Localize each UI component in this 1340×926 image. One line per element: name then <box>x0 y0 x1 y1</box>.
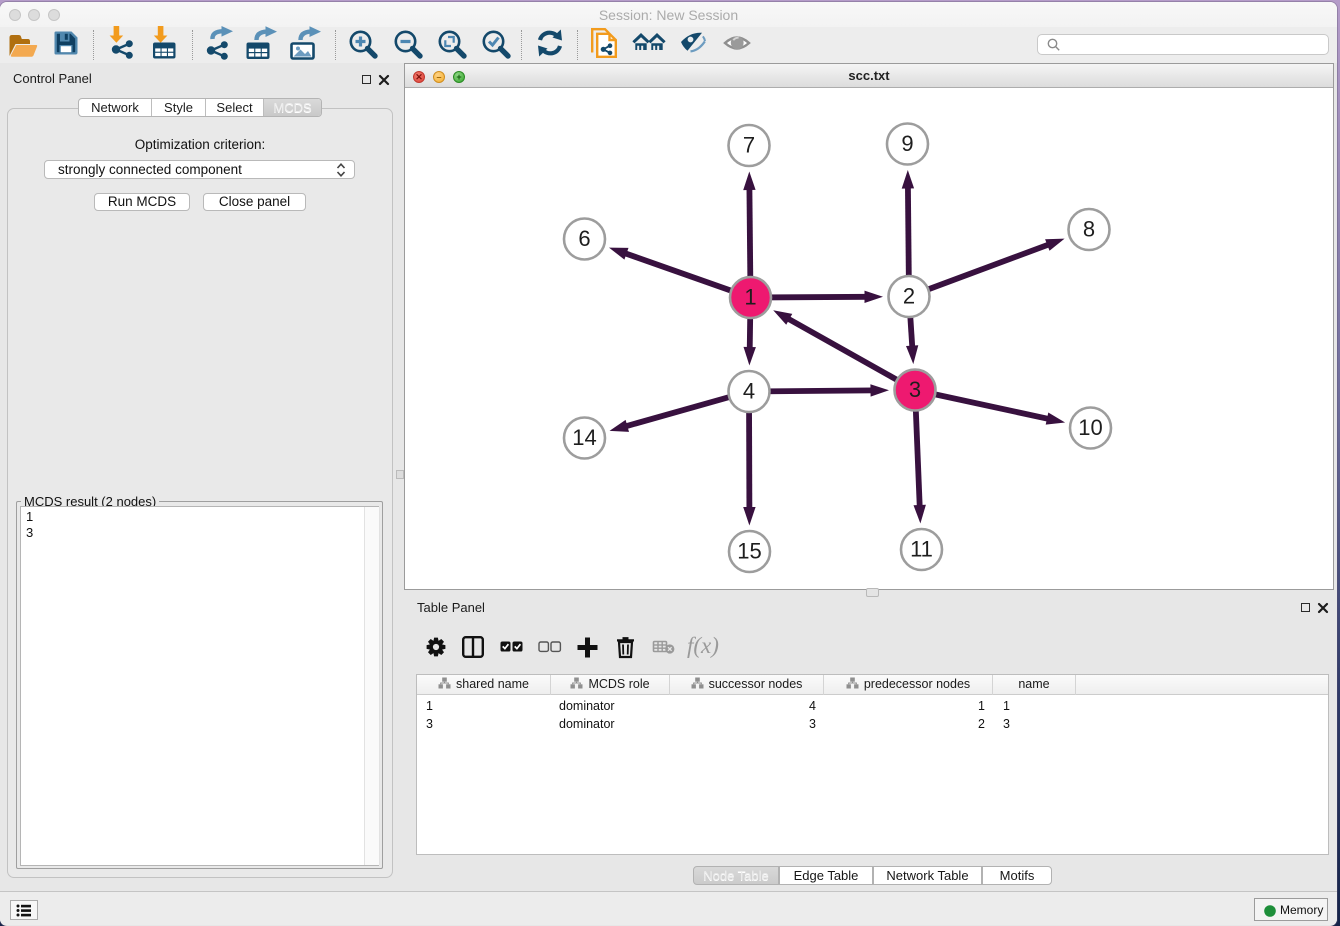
svg-text:1: 1 <box>744 285 756 310</box>
svg-text:9: 9 <box>901 131 913 156</box>
svg-text:3: 3 <box>909 377 921 402</box>
svg-text:2: 2 <box>903 284 915 309</box>
svg-text:4: 4 <box>743 379 755 404</box>
svg-text:14: 14 <box>572 425 596 450</box>
svg-text:15: 15 <box>737 539 761 564</box>
svg-text:11: 11 <box>910 537 933 562</box>
svg-text:6: 6 <box>578 226 590 251</box>
svg-text:8: 8 <box>1083 217 1095 242</box>
svg-text:10: 10 <box>1078 415 1102 440</box>
svg-text:7: 7 <box>743 133 755 158</box>
